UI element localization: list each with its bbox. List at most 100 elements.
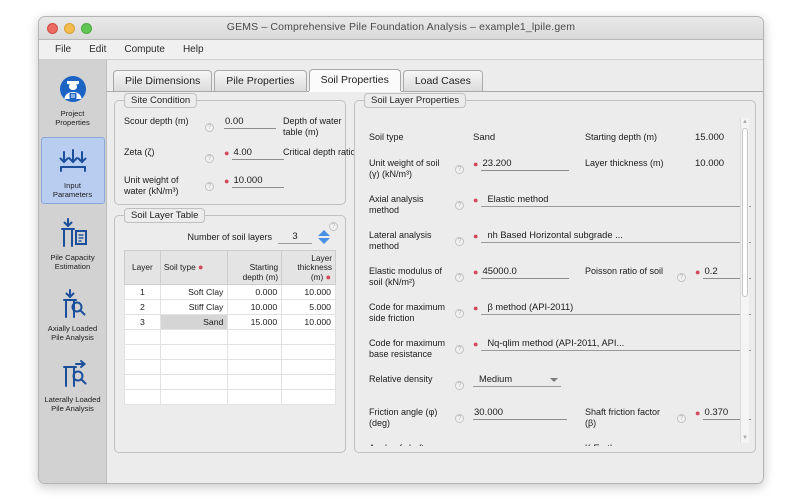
cell-soil-type[interactable]: Soft Clay [159, 284, 229, 300]
lateral-analysis-method-help[interactable]: ? [455, 229, 469, 248]
cell-thickness[interactable]: 10.000 [281, 284, 336, 300]
friction-angle-help[interactable]: ? [455, 406, 469, 425]
unit-weight-soil-input[interactable] [481, 158, 570, 171]
cell-empty[interactable] [227, 329, 283, 345]
cell-empty[interactable] [124, 329, 161, 345]
menu-help[interactable]: Help [175, 42, 212, 57]
table-row-empty[interactable] [124, 344, 336, 360]
sidebar-item-axially-loaded-pile-analysis[interactable]: Axially Loaded Pile Analysis [41, 281, 105, 346]
elastic-modulus-input[interactable] [481, 266, 570, 279]
stepper-down-icon[interactable] [318, 238, 330, 244]
cell-empty[interactable] [227, 374, 283, 390]
cell-empty[interactable] [159, 359, 229, 375]
help-icon: ? [455, 273, 464, 282]
relative-density-label: Relative density [369, 374, 433, 384]
table-row-empty[interactable] [124, 359, 336, 375]
cell-soil-type[interactable]: Stiff Clay [159, 299, 229, 315]
number-of-layers-stepper[interactable] [318, 230, 330, 244]
k-earth-pressure-help[interactable]: ? [677, 442, 691, 446]
elastic-modulus-help[interactable]: ? [455, 265, 469, 284]
cell-empty[interactable] [159, 389, 229, 405]
required-marker: ● [695, 267, 701, 277]
axial-analysis-method-help[interactable]: ? [455, 193, 469, 212]
axial-analysis-method-dropdown[interactable]: Elastic method [481, 194, 751, 207]
sidebar-item-pile-capacity-estimation[interactable]: Pile Capacity Estimation [41, 210, 105, 275]
cell-start[interactable]: 0.000 [227, 284, 283, 300]
table-row[interactable]: 3 Sand 15.000 10.000 [124, 314, 336, 330]
cell-empty[interactable] [227, 344, 283, 360]
unit-weight-soil-label: Unit weight of soil (γ) (kN/m³) [369, 158, 440, 179]
scour-depth-input[interactable] [224, 116, 276, 129]
tab-load-cases[interactable]: Load Cases [402, 70, 483, 91]
poisson-ratio-help[interactable]: ? [677, 265, 691, 284]
menu-compute[interactable]: Compute [116, 42, 173, 57]
angle-of-shaft-label: Angle of shaft [369, 442, 451, 446]
tab-soil-properties[interactable]: Soil Properties [308, 69, 401, 91]
cell-empty[interactable] [159, 374, 229, 390]
table-row-empty[interactable] [124, 329, 336, 345]
sidebar-item-laterally-loaded-pile-analysis[interactable]: Laterally Loaded Pile Analysis [41, 352, 105, 417]
angle-of-shaft-help[interactable]: ? [455, 442, 469, 446]
cell-empty[interactable] [124, 374, 161, 390]
zeta-input[interactable] [232, 147, 285, 160]
cell-empty[interactable] [281, 374, 336, 390]
table-row-empty[interactable] [124, 389, 336, 405]
unit-weight-water-input[interactable] [232, 175, 285, 188]
soil-type-value: Sand [473, 132, 496, 143]
sidebar-item-project-properties[interactable]: Project Properties [41, 66, 105, 131]
scroll-up-icon[interactable]: ▲ [742, 118, 748, 127]
cell-start[interactable]: 10.000 [227, 299, 283, 315]
cell-empty[interactable] [124, 389, 161, 405]
cell-thickness[interactable]: 10.000 [281, 314, 336, 330]
scrollbar-thumb[interactable] [742, 128, 748, 297]
unit-weight-water-help[interactable]: ? [205, 174, 221, 193]
cell-empty[interactable] [281, 359, 336, 375]
base-resistance-code-dropdown[interactable]: Nq-qlim method (API-2011, API... [481, 338, 751, 351]
sidebar-item-label: Project Properties [55, 109, 90, 127]
relative-density-dropdown[interactable]: Medium [473, 374, 561, 387]
table-row[interactable]: 1 Soft Clay 0.000 10.000 [124, 284, 336, 300]
unit-weight-soil-value-wrap: ● [473, 157, 581, 171]
side-friction-code-help[interactable]: ? [455, 301, 469, 320]
unit-weight-soil-help[interactable]: ? [455, 157, 469, 176]
menu-edit[interactable]: Edit [81, 42, 114, 57]
base-resistance-code-help[interactable]: ? [455, 337, 469, 356]
soil-layer-table[interactable]: Layer Soil type ● Starting depth (m) Lay… [124, 250, 336, 405]
tab-pile-dimensions[interactable]: Pile Dimensions [113, 70, 213, 91]
cell-empty[interactable] [227, 359, 283, 375]
lateral-analysis-method-dropdown[interactable]: nh Based Horizontal subgrade ... [481, 230, 751, 243]
scour-depth-help[interactable]: ? [205, 115, 221, 134]
tab-pile-properties[interactable]: Pile Properties [214, 70, 307, 91]
table-row-empty[interactable] [124, 374, 336, 390]
cell-empty[interactable] [281, 329, 336, 345]
cell-soil-type[interactable]: Sand [159, 314, 229, 330]
zeta-help[interactable]: ? [205, 146, 221, 165]
scroll-down-icon[interactable]: ▼ [742, 434, 748, 443]
axial-load-icon [43, 286, 103, 322]
friction-angle-input[interactable] [473, 407, 567, 420]
number-of-layers-input[interactable] [278, 230, 312, 244]
cell-empty[interactable] [281, 344, 336, 360]
vertical-scrollbar[interactable]: ▲ ▼ [740, 118, 749, 443]
menu-file[interactable]: File [47, 42, 79, 57]
side-friction-code-dropdown[interactable]: β method (API-2011) [481, 302, 751, 315]
sidebar-item-label: Input Parameters [52, 181, 93, 199]
stepper-up-icon[interactable] [318, 230, 330, 236]
cell-empty[interactable] [227, 389, 283, 405]
relative-density-help[interactable]: ? [455, 373, 469, 392]
shaft-friction-factor-help[interactable]: ? [677, 406, 691, 425]
cell-empty[interactable] [281, 389, 336, 405]
help-icon: ? [677, 414, 686, 423]
cell-empty[interactable] [124, 344, 161, 360]
sidebar-item-input-parameters[interactable]: Input Parameters [40, 137, 105, 204]
help-icon: ? [455, 345, 464, 354]
cell-thickness[interactable]: 5.000 [281, 299, 336, 315]
cell-empty[interactable] [159, 329, 229, 345]
zeta-value-wrap: ● [224, 146, 285, 160]
soil-layer-table-help-icon[interactable]: ? [329, 222, 338, 231]
table-row[interactable]: 2 Stiff Clay 10.000 5.000 [124, 299, 336, 315]
cell-start[interactable]: 15.000 [227, 314, 283, 330]
lateral-analysis-method-wrap: ● nh Based Horizontal subgrade ... [473, 229, 751, 243]
cell-empty[interactable] [124, 359, 161, 375]
cell-empty[interactable] [159, 344, 229, 360]
